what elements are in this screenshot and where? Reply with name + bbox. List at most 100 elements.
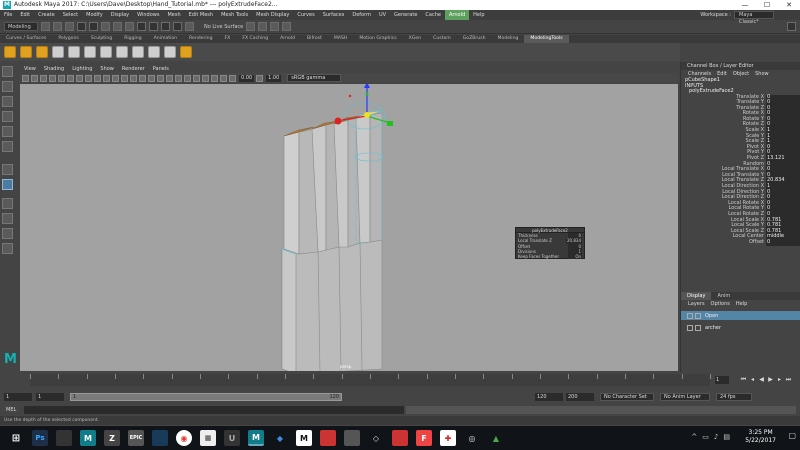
mirror-icon[interactable] [164, 46, 176, 58]
manipulator-y-arrow[interactable] [364, 84, 370, 88]
mel-label[interactable]: MEL [6, 405, 16, 415]
film-gate-icon[interactable] [67, 74, 74, 82]
sidebar-toggle-icon[interactable] [787, 22, 796, 31]
shelf-tab-sculpting[interactable]: Sculpting [85, 35, 118, 43]
resolution-gate-icon[interactable] [76, 74, 83, 82]
layer-template-toggle[interactable] [695, 324, 701, 331]
windows-start-icon[interactable]: ⊞ [8, 430, 24, 446]
shelf-tab-modeling[interactable]: Modeling [492, 35, 525, 43]
shelf-tab-gozbrush[interactable]: GoZBrush [457, 35, 492, 43]
menu-set-dropdown[interactable]: Modeling [4, 22, 38, 31]
wireframe-icon[interactable] [112, 74, 119, 82]
manipulator-rotate-handle[interactable] [348, 94, 352, 98]
layer-visibility-toggle[interactable] [687, 324, 693, 331]
epic-games-icon[interactable]: EPIC [128, 430, 144, 446]
shelf-tab-curves-surfaces[interactable]: Curves / Surfaces [0, 35, 52, 43]
layer-visibility-toggle[interactable] [687, 312, 693, 319]
wireframe-on-shaded-icon[interactable] [130, 74, 137, 82]
viewport-menu-renderer[interactable]: Renderer [118, 65, 149, 73]
obs-icon[interactable]: ◎ [464, 430, 480, 446]
redo-icon[interactable] [89, 22, 98, 31]
fusion-icon[interactable]: F [416, 430, 432, 446]
shelf-tab-modelingtools[interactable]: ModelingTools [524, 35, 569, 43]
layer-menu-options[interactable]: Options [708, 300, 733, 308]
magnet-icon[interactable] [185, 22, 194, 31]
manipulator-z-handle[interactable] [387, 121, 393, 126]
isolate-select-icon[interactable] [193, 74, 200, 82]
network-icon[interactable]: ▭ [702, 433, 709, 441]
cylinder-tool-icon[interactable] [36, 46, 48, 58]
chevron-up-icon[interactable]: ^ [691, 433, 697, 441]
shelf-tab-mash[interactable]: MASH [328, 35, 353, 43]
manipulator-scale-handle[interactable] [365, 92, 369, 96]
hypershade-icon[interactable] [282, 22, 292, 31]
safe-action-icon[interactable] [103, 74, 110, 82]
render-settings-icon[interactable] [270, 22, 280, 31]
keyboard-icon[interactable]: ▤ [723, 433, 730, 441]
open-scene-icon[interactable] [53, 22, 62, 31]
shadows-icon[interactable] [157, 74, 164, 82]
viewport-menu-lighting[interactable]: Lighting [68, 65, 96, 73]
unity-icon[interactable]: ◇ [368, 430, 384, 446]
menu-cache[interactable]: Cache [421, 10, 445, 20]
single-perspective-layout-icon[interactable] [2, 198, 13, 209]
ambient-occlusion-icon[interactable] [166, 74, 173, 82]
bookmark-icon[interactable] [40, 74, 47, 82]
gamma-value[interactable]: 1.00 [266, 74, 282, 82]
volume-icon[interactable]: ♪ [714, 433, 718, 441]
sphere-tool-icon[interactable] [4, 46, 16, 58]
snap-grid-icon[interactable] [137, 22, 146, 31]
channel-menu-object[interactable]: Object [730, 70, 752, 78]
menu-deform[interactable]: Deform [348, 10, 375, 20]
use-all-lights-icon[interactable] [148, 74, 155, 82]
paint-select-icon[interactable] [2, 96, 13, 107]
minimize-button[interactable]: — [734, 0, 756, 10]
menu-mesh-display[interactable]: Mesh Display [252, 10, 293, 20]
menu-display[interactable]: Display [107, 10, 133, 20]
time-slider[interactable]: 1 ⏮ ◂ ◀ ▶ ▸ ⏭ [0, 372, 800, 390]
insert-edge-loop-icon[interactable] [132, 46, 144, 58]
current-tool-icon[interactable] [2, 179, 13, 190]
menu-edit[interactable]: Edit [16, 10, 34, 20]
lasso-tool-icon[interactable] [2, 81, 13, 92]
undo-icon[interactable] [77, 22, 86, 31]
four-view-layout-icon[interactable] [2, 213, 13, 224]
shelf-tab-xgen[interactable]: XGen [403, 35, 427, 43]
time-ruler[interactable] [30, 374, 711, 386]
animation-start-field[interactable]: 1 [4, 393, 32, 401]
combine-icon[interactable] [148, 46, 160, 58]
xray-icon[interactable] [202, 74, 209, 82]
gamma-icon[interactable] [256, 74, 264, 82]
shelf-tab-arnold[interactable]: Arnold [274, 35, 301, 43]
app-red-icon[interactable] [320, 430, 336, 446]
xray-joints-icon[interactable] [211, 74, 218, 82]
menu-uv[interactable]: UV [375, 10, 390, 20]
layer-template-toggle[interactable] [695, 312, 701, 319]
google-drive-icon[interactable]: ▲ [488, 430, 504, 446]
fps-dropdown[interactable]: 24 fps [716, 393, 752, 401]
character-set-dropdown[interactable]: No Character Set [600, 393, 654, 401]
zbrush-icon[interactable]: Z [104, 430, 120, 446]
smooth-icon[interactable] [180, 46, 192, 58]
exposure-value[interactable]: 0.00 [239, 74, 255, 82]
ipr-icon[interactable] [258, 22, 268, 31]
render-icon[interactable] [246, 22, 256, 31]
shelf-tab-fx[interactable]: FX [219, 35, 237, 43]
shelf-tab-custom[interactable]: Custom [427, 35, 457, 43]
gate-mask-icon[interactable] [85, 74, 92, 82]
menu-mesh[interactable]: Mesh [163, 10, 184, 20]
channel-attr-row[interactable]: Offset 0 [681, 239, 800, 246]
notifications-icon[interactable]: ▢ [788, 431, 796, 440]
manipulator-center[interactable] [364, 112, 370, 118]
menu-curves[interactable]: Curves [293, 10, 318, 20]
shelf-tab-animation[interactable]: Animation [148, 35, 183, 43]
animation-end-field[interactable]: 200 [566, 393, 594, 401]
manipulator-x-handle[interactable] [334, 117, 342, 125]
viewport-menu-shading[interactable]: Shading [40, 65, 68, 73]
viewport-menu-show[interactable]: Show [96, 65, 118, 73]
persp-graph-layout-icon[interactable] [2, 243, 13, 254]
anti-aliasing-icon[interactable] [184, 74, 191, 82]
select-hierarchy-icon[interactable] [101, 22, 110, 31]
menu-arnold[interactable]: Arnold [444, 10, 470, 20]
workspace-dropdown[interactable]: Maya Classic* [734, 11, 774, 25]
